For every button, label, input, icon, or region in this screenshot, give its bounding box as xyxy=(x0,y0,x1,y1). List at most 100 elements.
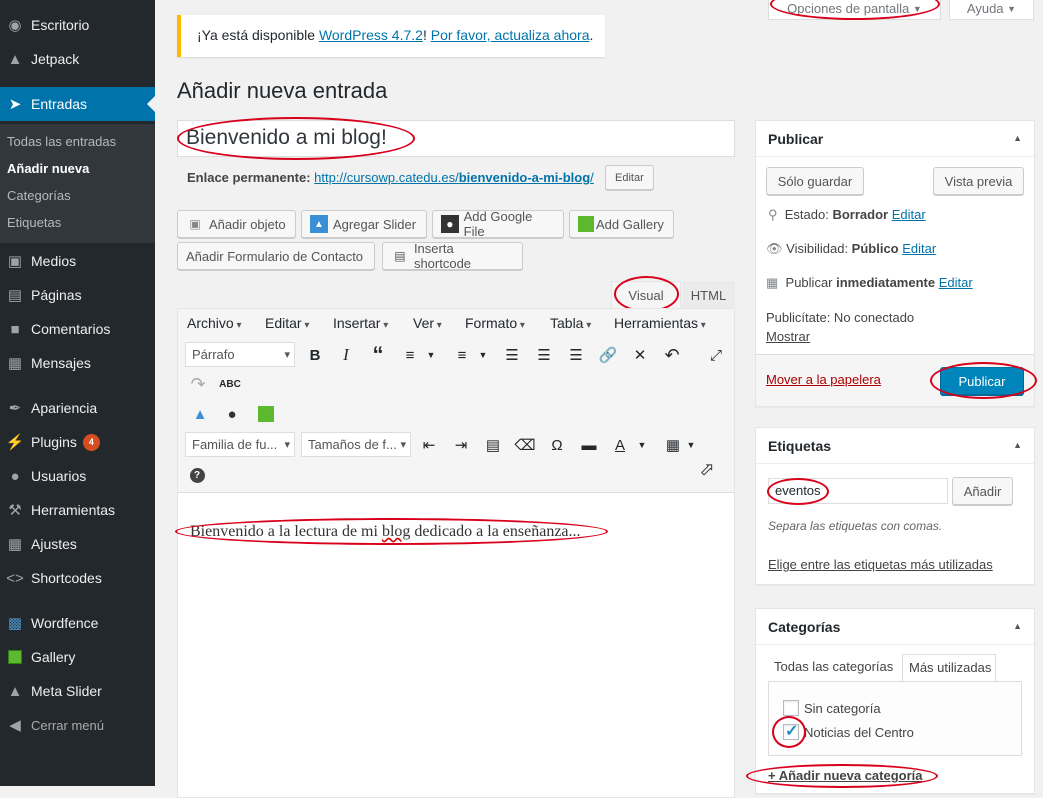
menu-label: Cerrar menú xyxy=(31,717,104,733)
edit-visibility-link[interactable]: Editar xyxy=(902,241,936,256)
menu-item-jetpack[interactable]: ▲ Jetpack xyxy=(0,42,155,76)
paste-text-icon[interactable]: ▤ xyxy=(481,433,505,457)
category-list: Sin categoría ✓ Noticias del Centro xyxy=(768,681,1022,756)
menu-item-shortcodes[interactable]: <> Shortcodes xyxy=(0,561,155,595)
add-gallery-button[interactable]: Add Gallery xyxy=(569,210,674,238)
post-body-text[interactable]: Bienvenido a la lectura de mi blog dedic… xyxy=(190,523,581,541)
google-drive-icon[interactable]: ● xyxy=(220,402,244,426)
preview-button[interactable]: Vista previa xyxy=(933,167,1024,195)
submenu-categories[interactable]: Categorías xyxy=(7,188,71,203)
menu-ver[interactable]: Ver xyxy=(413,315,442,331)
move-to-trash-link[interactable]: Mover a la papelera xyxy=(766,372,881,387)
horizontal-line-icon[interactable]: ▬ xyxy=(577,433,601,457)
most-used-tags-link[interactable]: Elige entre las etiquetas más utilizadas xyxy=(768,557,993,572)
checkbox-noticias-del-centro[interactable]: ✓ xyxy=(783,723,799,740)
add-google-file-button[interactable]: ● Add Google File xyxy=(432,209,564,239)
clear-formatting-icon[interactable]: ⌫ xyxy=(513,433,537,457)
font-size-select[interactable]: Tamaños de f... xyxy=(301,432,411,457)
menu-item-entradas[interactable]: ➤ Entradas xyxy=(0,87,155,121)
tags-box-header[interactable]: Etiquetas xyxy=(756,428,1034,464)
menu-item-paginas[interactable]: ▤ Páginas xyxy=(0,278,155,312)
insert-shortcode-button[interactable]: ▤ Inserta shortcode xyxy=(382,241,523,271)
submenu-add-new[interactable]: Añadir nueva xyxy=(7,161,89,176)
collapse-menu[interactable]: ◀ Cerrar menú xyxy=(0,708,155,742)
format-select[interactable]: Párrafo xyxy=(185,342,295,367)
text-color-icon[interactable]: A xyxy=(608,433,632,457)
version-link[interactable]: WordPress 4.7.2 xyxy=(319,27,423,43)
menu-tabla[interactable]: Tabla xyxy=(550,315,591,331)
outdent-icon[interactable]: ⇤ xyxy=(417,433,441,457)
add-new-category-link[interactable]: + Añadir nueva categoría xyxy=(768,768,923,783)
menu-item-usuarios[interactable]: ● Usuarios xyxy=(0,459,155,493)
pin-icon: ➤ xyxy=(8,96,22,113)
chevron-down-icon[interactable]: ▼ xyxy=(679,433,703,457)
post-title-input[interactable]: Bienvenido a mi blog! xyxy=(177,120,735,157)
menu-archivo[interactable]: Archivo xyxy=(187,315,242,331)
publish-box-header[interactable]: Publicar xyxy=(756,121,1034,157)
checkbox-sin-categoria[interactable] xyxy=(783,700,799,716)
menu-item-plugins[interactable]: ⚡ Plugins 4 xyxy=(0,425,155,459)
tab-all-categories[interactable]: Todas las categorías xyxy=(774,659,893,674)
link-icon[interactable]: 🔗 xyxy=(596,343,620,367)
categories-box-header[interactable]: Categorías xyxy=(756,609,1034,645)
unlink-icon[interactable]: ✕ xyxy=(628,343,652,367)
gallery-icon[interactable] xyxy=(254,402,278,426)
add-tag-button[interactable]: Añadir xyxy=(952,477,1013,505)
menu-item-comentarios[interactable]: ■ Comentarios xyxy=(0,312,155,346)
menu-insertar[interactable]: Insertar xyxy=(333,315,388,331)
help-button[interactable]: Ayuda ▼ xyxy=(949,0,1034,20)
undo-icon[interactable]: ↶ xyxy=(660,343,684,367)
submenu-tags[interactable]: Etiquetas xyxy=(7,215,61,230)
save-draft-button[interactable]: Sólo guardar xyxy=(766,167,864,195)
permalink-url[interactable]: http://cursowp.catedu.es/bienvenido-a-mi… xyxy=(314,170,594,185)
chevron-down-icon[interactable]: ▼ xyxy=(630,433,654,457)
menu-item-apariencia[interactable]: ✒ Apariencia xyxy=(0,391,155,425)
align-left-icon[interactable]: ☰ xyxy=(500,343,524,367)
blockquote-icon[interactable]: “ xyxy=(366,342,390,367)
tab-most-used[interactable]: Más utilizadas xyxy=(902,654,996,682)
tab-html[interactable]: HTML xyxy=(682,281,735,309)
editor-toolbar: Archivo Editar Insertar Ver Formato Tabl… xyxy=(178,309,734,493)
code-icon: <> xyxy=(6,569,24,587)
menu-editar[interactable]: Editar xyxy=(265,315,309,331)
menu-item-gallery[interactable]: Gallery xyxy=(0,640,155,674)
italic-icon[interactable]: I xyxy=(334,343,358,367)
menu-formato[interactable]: Formato xyxy=(465,315,525,331)
redo-icon[interactable]: ↷ xyxy=(186,372,210,396)
tag-input[interactable]: eventos xyxy=(768,478,948,504)
publish-button[interactable]: Publicar xyxy=(940,367,1024,395)
spellcheck-icon[interactable]: ABC xyxy=(218,372,242,396)
menu-item-escritorio[interactable]: ◉ Escritorio xyxy=(0,8,155,42)
submenu-all-posts[interactable]: Todas las entradas xyxy=(7,134,116,149)
menu-item-herramientas[interactable]: ⚒ Herramientas xyxy=(0,493,155,527)
edit-status-link[interactable]: Editar xyxy=(892,207,926,222)
tab-visual[interactable]: Visual xyxy=(611,281,681,309)
menu-herramientas[interactable]: Herramientas xyxy=(614,315,706,331)
show-publicize-link[interactable]: Mostrar xyxy=(766,329,810,344)
menu-item-wordfence[interactable]: ▩ Wordfence xyxy=(0,606,155,640)
update-now-link[interactable]: Por favor, actualiza ahora xyxy=(431,27,590,43)
menu-item-mensajes[interactable]: ▦ Mensajes xyxy=(0,346,155,380)
tab-html-label: HTML xyxy=(690,287,727,303)
chevron-down-icon[interactable]: ▼ xyxy=(471,343,495,367)
fullscreen-icon[interactable]: ⤢ xyxy=(704,343,728,367)
edit-permalink-button[interactable]: Editar xyxy=(605,165,654,190)
bold-icon[interactable]: B xyxy=(303,343,327,367)
slider-icon[interactable]: ▲ xyxy=(188,402,212,426)
menu-item-meta-slider[interactable]: ▲ Meta Slider xyxy=(0,674,155,708)
menu-item-ajustes[interactable]: ▦ Ajustes xyxy=(0,527,155,561)
add-contact-form-button[interactable]: Añadir Formulario de Contacto xyxy=(177,242,375,270)
comments-icon: ■ xyxy=(10,320,20,338)
indent-icon[interactable]: ⇥ xyxy=(449,433,473,457)
help-icon[interactable]: ? xyxy=(185,463,209,487)
screen-options-button[interactable]: Opciones de pantalla ▼ xyxy=(768,0,941,20)
add-media-button[interactable]: ▣ Añadir objeto xyxy=(177,210,296,238)
special-character-icon[interactable]: Ω xyxy=(545,433,569,457)
edit-schedule-link[interactable]: Editar xyxy=(939,275,973,290)
menu-item-medios[interactable]: ▣ Medios xyxy=(0,244,155,278)
add-slider-button[interactable]: ▲ Agregar Slider xyxy=(301,210,427,238)
align-right-icon[interactable]: ☰ xyxy=(564,343,588,367)
chevron-down-icon[interactable]: ▼ xyxy=(419,343,443,367)
font-family-select[interactable]: Familia de fu... xyxy=(185,432,295,457)
align-center-icon[interactable]: ☰ xyxy=(532,343,556,367)
